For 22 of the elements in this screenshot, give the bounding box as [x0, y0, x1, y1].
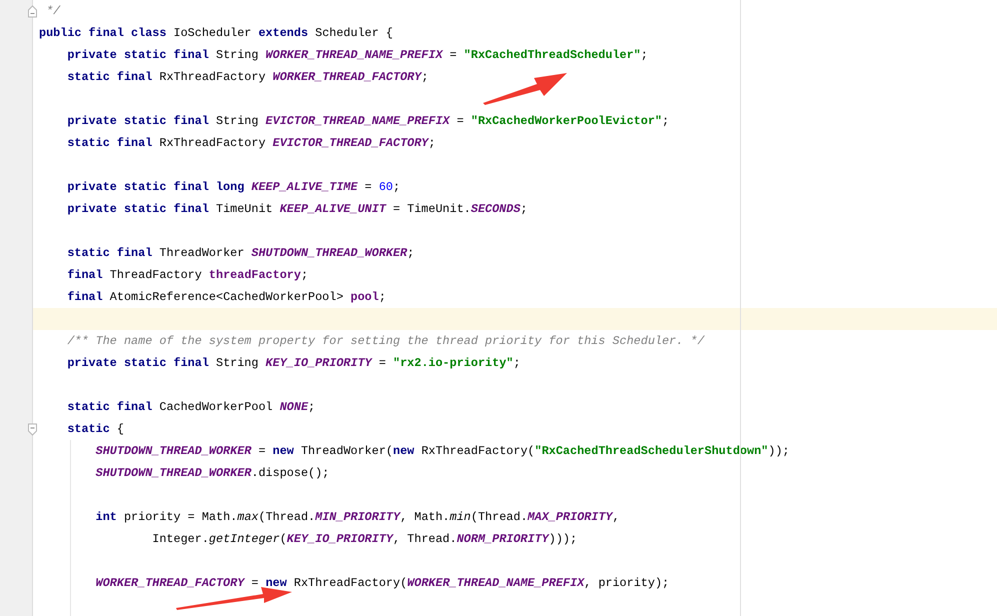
code-line: int priority = Math.max(Thread.MIN_PRIORITY, Math.min(Thread.MAX_PRIORITY, — [94, 509, 620, 526]
code-line: private static final TimeUnit KEEP_ALIVE_UNIT = TimeUnit.SECONDS; — [66, 201, 528, 218]
code-line: private static final String KEY_IO_PRIORITY = "rx2.io-priority"; — [66, 355, 520, 372]
code-line: final AtomicReference<CachedWorkerPool> pool; — [66, 289, 386, 306]
code-line: static final RxThreadFactory WORKER_THREAD_FACTORY; — [66, 69, 428, 86]
code-line: private static final String EVICTOR_THREAD_NAME_PREFIX = "RxCachedWorkerPoolEvictor"; — [66, 113, 670, 130]
fold-icon[interactable] — [27, 5, 38, 18]
code-line: private static final String WORKER_THREAD_NAME_PREFIX = "RxCachedThreadScheduler"; — [66, 47, 648, 64]
code-line: SHUTDOWN_THREAD_WORKER.dispose(); — [94, 465, 330, 482]
code-line: */ — [45, 3, 60, 20]
code-line: static final RxThreadFactory EVICTOR_THREAD_FACTORY; — [66, 135, 436, 152]
code-line: SHUTDOWN_THREAD_WORKER = new ThreadWorker(new RxThreadFactory("RxCachedThreadSchedulerShutdown")); — [94, 443, 790, 460]
code-line: public final class IoScheduler extends Scheduler { — [38, 25, 393, 42]
code-line: static final CachedWorkerPool NONE; — [66, 399, 316, 416]
code-line: static final ThreadWorker SHUTDOWN_THREAD_WORKER; — [66, 245, 414, 262]
code-line: WORKER_THREAD_FACTORY = new RxThreadFactory(WORKER_THREAD_NAME_PREFIX, priority); — [94, 575, 670, 592]
fold-icon[interactable] — [27, 423, 38, 436]
code-line: static { — [66, 421, 124, 438]
code-line: Integer.getInteger(KEY_IO_PRIORITY, Thread.NORM_PRIORITY))); — [151, 531, 578, 548]
code-line: final ThreadFactory threadFactory; — [66, 267, 308, 284]
code-line: /** The name of the system property for setting the thread priority for this Scheduler. */ — [66, 333, 704, 350]
code-line: private static final long KEEP_ALIVE_TIME = 60; — [66, 179, 400, 196]
